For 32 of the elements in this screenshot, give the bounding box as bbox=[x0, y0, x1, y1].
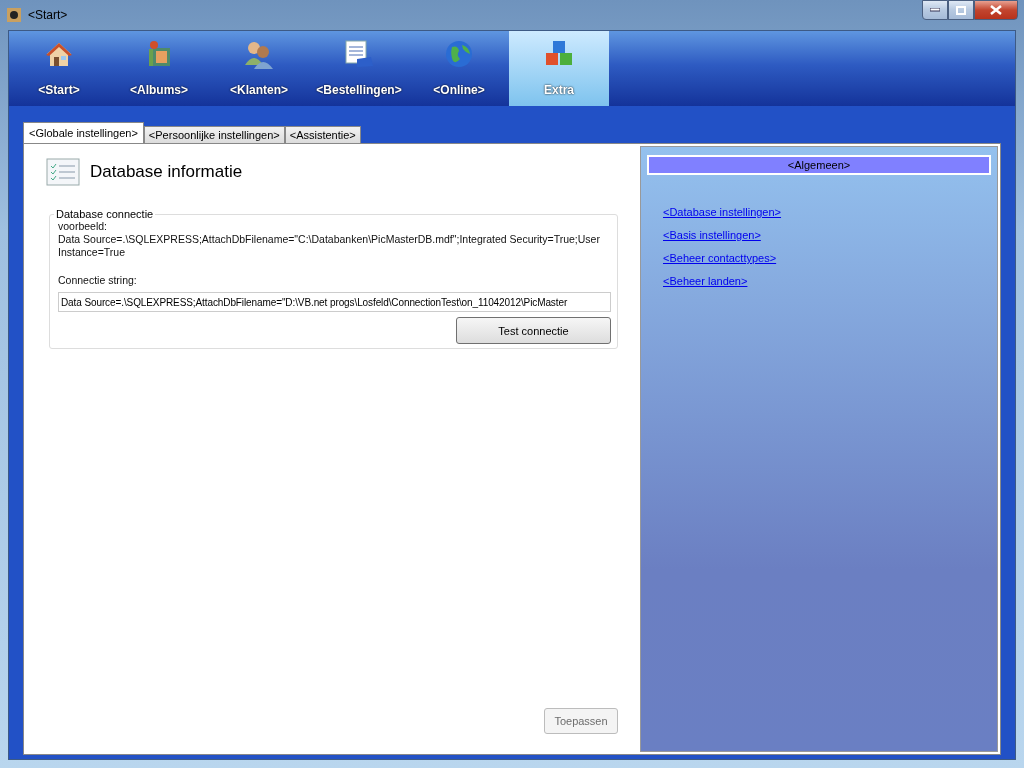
connection-string-field[interactable]: Data Source=.\SQLEXPRESS;AttachDbFilename="D:\VB.net progs\Losfeld\ConnectionTest\on_11042012\PicMaster bbox=[58, 292, 611, 312]
example-text: Data Source=.\SQLEXPRESS;AttachDbFilename="C:\Databanken\PicMasterDB.mdf";Integrated Security=True;User Instance=True bbox=[58, 233, 601, 259]
section-title: Database informatie bbox=[90, 162, 243, 182]
maximize-button[interactable] bbox=[948, 0, 974, 20]
nav-tab[interactable]: <Albums> bbox=[109, 31, 209, 106]
nav-tab[interactable]: <Start> bbox=[9, 31, 109, 106]
people-icon bbox=[243, 39, 275, 69]
globe-icon bbox=[444, 39, 474, 69]
close-button[interactable] bbox=[974, 0, 1018, 20]
settings-link[interactable]: <Basis instellingen> bbox=[663, 229, 761, 241]
tab[interactable]: <Assistentie> bbox=[284, 126, 361, 143]
minimize-icon bbox=[930, 8, 940, 12]
checklist-icon bbox=[46, 158, 80, 186]
close-icon bbox=[990, 5, 1002, 15]
settings-link[interactable]: <Beheer contacttypes> bbox=[663, 252, 777, 264]
app-icon bbox=[6, 7, 22, 23]
nav-tab[interactable]: <Bestellingen> bbox=[309, 31, 409, 106]
tab[interactable]: <Persoonlijke instellingen> bbox=[143, 126, 285, 143]
maximize-icon bbox=[956, 5, 966, 15]
field-label: Connectie string: bbox=[58, 274, 138, 287]
group-title: Database connectie bbox=[55, 208, 155, 220]
panel-header: <Algemeen> bbox=[647, 155, 991, 175]
document-laptop-icon bbox=[343, 39, 375, 69]
tab[interactable]: <Globale instellingen> bbox=[23, 122, 144, 143]
test-connection-button[interactable]: Test connectie bbox=[456, 317, 611, 344]
window-title: <Start> bbox=[28, 8, 68, 22]
settings-link[interactable]: <Beheer landen> bbox=[663, 275, 748, 287]
nav-tab[interactable]: <Klanten> bbox=[209, 31, 309, 106]
example-label: voorbeeld: bbox=[58, 220, 109, 233]
minimize-button[interactable] bbox=[922, 0, 948, 20]
nav-tab[interactable]: <Online> bbox=[409, 31, 509, 106]
settings-link[interactable]: <Database instellingen> bbox=[663, 206, 782, 218]
